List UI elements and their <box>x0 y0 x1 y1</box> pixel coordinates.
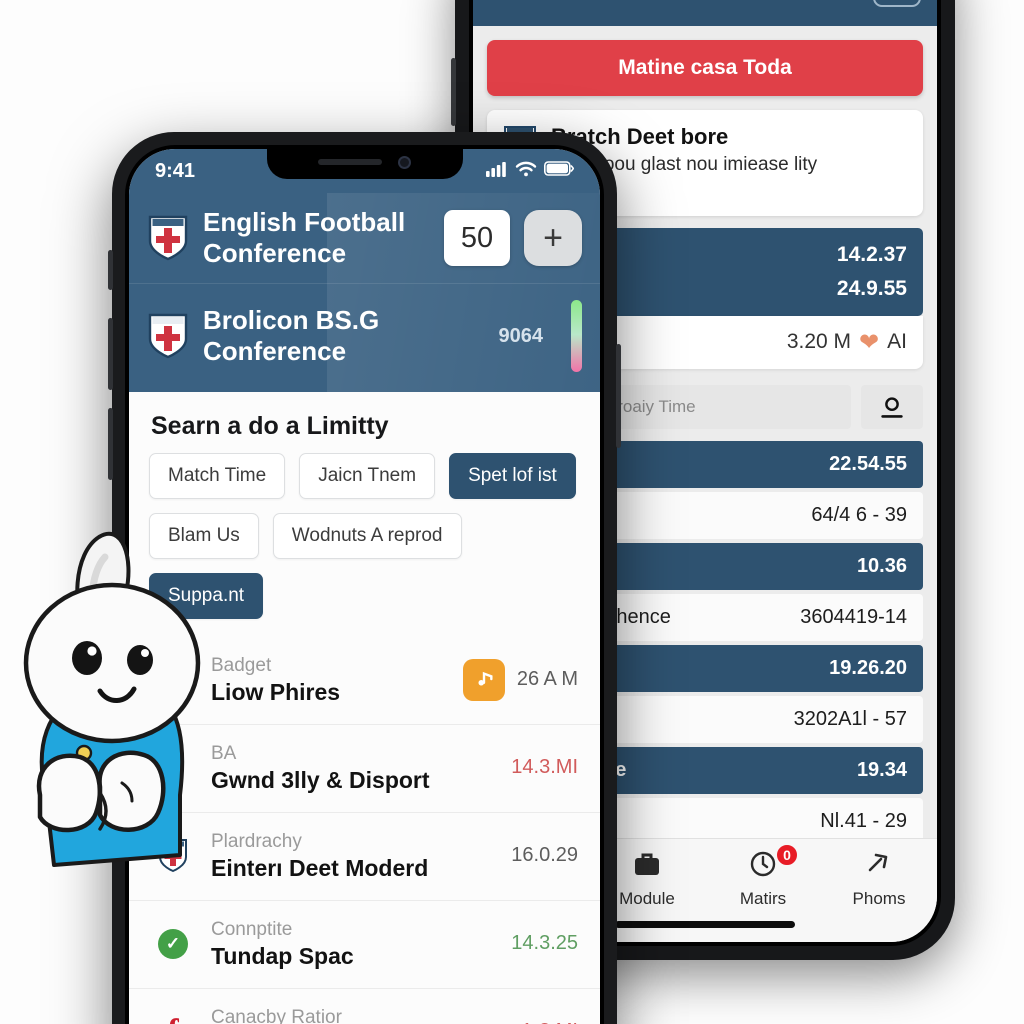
battery-icon <box>544 161 574 181</box>
briefcase-icon <box>632 849 662 884</box>
wifi-icon <box>515 161 537 182</box>
club-crest-icon <box>147 214 189 262</box>
tab-label: Module <box>619 889 675 909</box>
add-button[interactable]: + <box>524 210 582 266</box>
heart-icon[interactable]: ❤ <box>859 328 879 357</box>
back-topbar: Conference <box>473 0 937 26</box>
back-phone-side-button[interactable] <box>451 58 456 126</box>
list-item-meta: 14.3.MI <box>511 756 578 779</box>
status-indicators <box>486 161 574 182</box>
power-button[interactable] <box>616 344 621 448</box>
count-input[interactable]: 50 <box>444 210 510 266</box>
check-mark: ✓ <box>158 929 188 959</box>
filter-chip-match-time[interactable]: Match Time <box>149 453 285 499</box>
list-item-meta: 16.0.29 <box>511 844 578 867</box>
list-item-title: Tundap Spac <box>211 943 495 970</box>
list-item-text: Badget Liow Phires <box>211 654 447 707</box>
back-topbar-title: Conference <box>533 0 863 3</box>
volume-up-button[interactable] <box>108 318 113 390</box>
clock-icon <box>748 849 778 884</box>
stats-value: 14.2.37 <box>837 243 907 267</box>
list-item-text: Canacby Ratior Micrellity, ILART <box>211 1006 505 1024</box>
filter-chip-wodnuts-a-reprod[interactable]: Wodnuts A reprod <box>273 513 462 559</box>
list-item-subtitle: Badget <box>211 655 271 676</box>
list-item-value: 3202A1l - 57 <box>794 708 907 731</box>
list-item-value: 16.0.29 <box>511 844 578 867</box>
list-item-value: Nl.41 - 29 <box>820 810 907 833</box>
club-crest-icon <box>147 312 189 360</box>
orange-app-icon[interactable] <box>463 659 505 701</box>
section-title: Searn a do a Limitty <box>129 392 600 453</box>
home-indicator[interactable] <box>615 921 795 928</box>
notification-badge: 0 <box>775 843 799 867</box>
list-item-value: 14.3.25 <box>511 932 578 955</box>
cellular-signal-icon <box>486 161 508 182</box>
list-item-title: Liow Phires <box>211 679 447 706</box>
list-item-value: 19.26.20 <box>829 657 907 680</box>
favourite-meta: 3.20 M ❤ AI <box>787 328 907 357</box>
list-item-text: Connptite Tundap Spac <box>211 918 495 971</box>
status-time: 9:41 <box>155 160 195 183</box>
list-item-text: Plardrachy Einterı Deet Moderd <box>211 830 495 883</box>
rabbit-mascot <box>4 495 219 895</box>
list-item-text: BA Gwnd 3lly & Disport <box>211 742 495 795</box>
list-item-meta: 14.3.25 <box>511 932 578 955</box>
list-item-value: 19.34 <box>857 759 907 782</box>
primary-competition-row[interactable]: English Football Conference 50 + <box>129 193 600 283</box>
list-item[interactable]: f Canacby Ratior Micrellity, ILART 1-3.M… <box>129 989 600 1024</box>
favourite-value: 3.20 M <box>787 330 851 354</box>
list-item-title: Gwnd 3lly & Disport <box>211 767 495 794</box>
tab-label: Matirs <box>740 889 786 909</box>
secondary-competition-number: 9064 <box>499 325 544 348</box>
list-item-subtitle: Canacby Ratior <box>211 1007 342 1024</box>
primary-competition-title: English Football Conference <box>203 207 430 269</box>
close-x-icon[interactable] <box>873 0 921 7</box>
front-camera-icon <box>398 156 411 169</box>
filter-chip-spet-lof-ist[interactable]: Spet lof ist <box>449 453 576 499</box>
list-item-value: 26 A M <box>517 668 578 691</box>
gradient-indicator-bar <box>571 300 582 372</box>
arrow-forward-icon <box>864 849 894 884</box>
list-item-value: 14.3.MI <box>511 756 578 779</box>
secondary-competition-title: Brolicon BS.G Conference <box>203 305 485 367</box>
list-item[interactable]: ✓ Connptite Tundap Spac 14.3.25 <box>129 901 600 989</box>
device-notch <box>267 145 463 179</box>
list-item-value: 1-3.MI <box>521 1020 578 1024</box>
list-item-meta: 26 A M <box>463 659 578 701</box>
list-item-value: 10.36 <box>857 555 907 578</box>
list-item-value: 3604419-14 <box>800 606 907 629</box>
volume-down-button[interactable] <box>108 408 113 480</box>
stats-value: 24.9.55 <box>837 277 907 301</box>
tab-phoms[interactable]: Phoms <box>829 849 929 909</box>
list-item-value: 64/4 6 - 39 <box>811 504 907 527</box>
promo-banner[interactable]: Matine casa Toda <box>487 40 923 96</box>
secondary-competition-row[interactable]: Brolicon BS.G Conference 9064 <box>129 283 600 392</box>
list-item-subtitle: Connptite <box>211 919 292 940</box>
favourite-suffix: AI <box>887 330 907 354</box>
list-item-value: 22.54.55 <box>829 453 907 476</box>
tab-matirs[interactable]: 0 Matirs <box>713 849 813 909</box>
app-header: English Football Conference 50 + Brolico… <box>129 193 600 392</box>
list-item-meta: 1-3.MI <box>521 1020 578 1024</box>
profile-icon[interactable] <box>861 385 923 429</box>
list-item-title: Einterı Deet Moderd <box>211 855 495 882</box>
filter-chip-jaicn-tnem[interactable]: Jaicn Tnem <box>299 453 435 499</box>
screenshot-stage: Conference Matine casa Toda <box>0 0 1024 1024</box>
earpiece-speaker <box>318 159 382 165</box>
green-check-icon: ✓ <box>151 929 195 959</box>
facebook-icon: f <box>151 1013 195 1024</box>
tab-label: Phoms <box>853 889 906 909</box>
list-item-subtitle: Plardrachy <box>211 831 302 852</box>
mute-switch[interactable] <box>108 250 113 290</box>
